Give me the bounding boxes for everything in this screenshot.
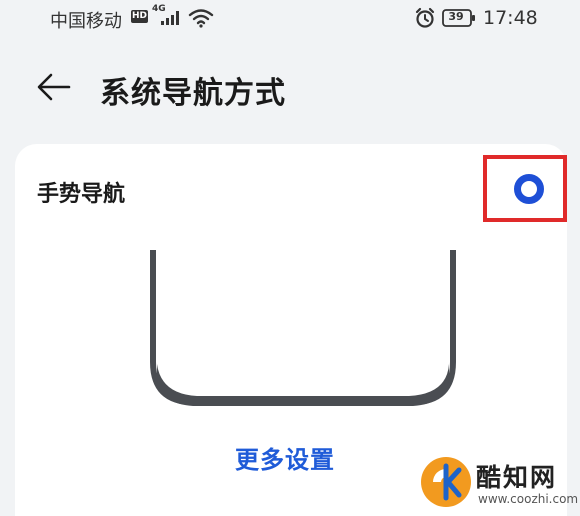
battery-level: 39: [448, 10, 464, 23]
signal-icon: [161, 11, 179, 25]
gesture-navigation-label: 手势导航: [37, 182, 126, 207]
coozhi-logo-icon: [421, 457, 471, 507]
more-settings-link[interactable]: 更多设置: [235, 440, 335, 475]
watermark-url: www.coozhi.com: [478, 492, 579, 506]
watermark: 酷知网 www.coozhi.com: [418, 454, 580, 516]
alarm-icon: [415, 7, 435, 28]
page-title: 系统导航方式: [100, 76, 286, 111]
gesture-navigation-radio[interactable]: [514, 174, 544, 204]
watermark-name: 酷知网: [476, 463, 558, 492]
app-header: 系统导航方式: [0, 55, 580, 119]
carrier-name: 中国移动: [50, 11, 122, 32]
back-arrow-icon[interactable]: [36, 71, 72, 103]
hd-badge: HD: [131, 10, 148, 23]
phone-gesture-illustration: [150, 250, 456, 406]
wifi-icon: [188, 9, 214, 28]
status-bar: 中国移动 HD 4G 39 17:48: [0, 0, 580, 38]
clock: 17:48: [483, 7, 538, 29]
